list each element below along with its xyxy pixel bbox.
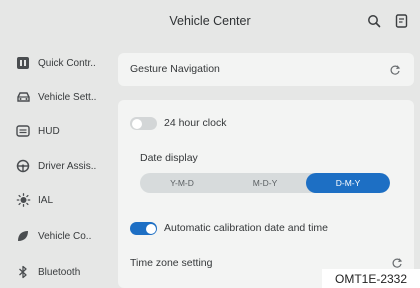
date-format-dmy[interactable]: D-M-Y bbox=[306, 173, 390, 193]
reset-icon[interactable] bbox=[389, 64, 401, 76]
sidebar-item-quick-control[interactable]: Quick Contr.. bbox=[0, 45, 116, 81]
sidebar: Quick Contr.. Vehicle Sett.. HUD Driver … bbox=[0, 42, 116, 288]
timezone-setting-label[interactable]: Time zone setting bbox=[130, 257, 212, 269]
toggle-knob bbox=[145, 223, 156, 234]
toggle-knob bbox=[131, 118, 142, 129]
date-format-selector: Y-M-D M-D-Y D-M-Y bbox=[140, 173, 390, 193]
leaf-icon bbox=[15, 228, 31, 244]
search-icon[interactable] bbox=[365, 12, 383, 30]
sidebar-item-label: HUD bbox=[38, 125, 60, 137]
quick-control-icon bbox=[15, 55, 31, 71]
sidebar-item-bluetooth[interactable]: Bluetooth bbox=[0, 254, 116, 288]
sidebar-item-hud[interactable]: HUD bbox=[0, 113, 116, 149]
gesture-navigation-card[interactable]: Gesture Navigation bbox=[118, 53, 414, 86]
car-icon bbox=[15, 89, 31, 105]
sidebar-item-ial[interactable]: IAL bbox=[0, 182, 116, 218]
clock-24h-label: 24 hour clock bbox=[164, 117, 227, 129]
header: Vehicle Center bbox=[0, 0, 420, 42]
date-format-ymd[interactable]: Y-M-D bbox=[140, 173, 224, 193]
sidebar-item-vehicle-control[interactable]: Vehicle Co.. bbox=[0, 218, 116, 254]
sidebar-item-label: Vehicle Sett.. bbox=[38, 91, 97, 103]
date-format-mdy[interactable]: M-D-Y bbox=[224, 173, 306, 193]
headlight-icon bbox=[15, 192, 31, 208]
gesture-navigation-label: Gesture Navigation bbox=[130, 63, 220, 75]
sidebar-item-vehicle-settings[interactable]: Vehicle Sett.. bbox=[0, 79, 116, 115]
steering-wheel-icon bbox=[15, 158, 31, 174]
sidebar-item-driver-assistance[interactable]: Driver Assis.. bbox=[0, 148, 116, 184]
vehicle-center-screen: Vehicle Center Quick Contr.. Vehicle Set… bbox=[0, 0, 420, 288]
auto-calibration-label: Automatic calibration date and time bbox=[164, 222, 329, 234]
reset-icon[interactable] bbox=[391, 257, 403, 269]
clock-24h-toggle[interactable] bbox=[130, 117, 157, 130]
hud-icon bbox=[15, 123, 31, 139]
auto-calibration-toggle[interactable] bbox=[130, 222, 157, 235]
manual-icon[interactable] bbox=[392, 12, 410, 30]
sidebar-item-label: Vehicle Co.. bbox=[38, 230, 92, 242]
page-title: Vehicle Center bbox=[169, 14, 251, 28]
bluetooth-icon bbox=[15, 264, 31, 280]
sidebar-item-label: IAL bbox=[38, 194, 54, 206]
sidebar-item-label: Bluetooth bbox=[38, 266, 81, 278]
date-display-label: Date display bbox=[140, 152, 198, 164]
sidebar-item-label: Quick Contr.. bbox=[38, 57, 96, 69]
sidebar-item-label: Driver Assis.. bbox=[38, 160, 97, 172]
figure-code: OMT1E-2332 bbox=[322, 269, 420, 288]
